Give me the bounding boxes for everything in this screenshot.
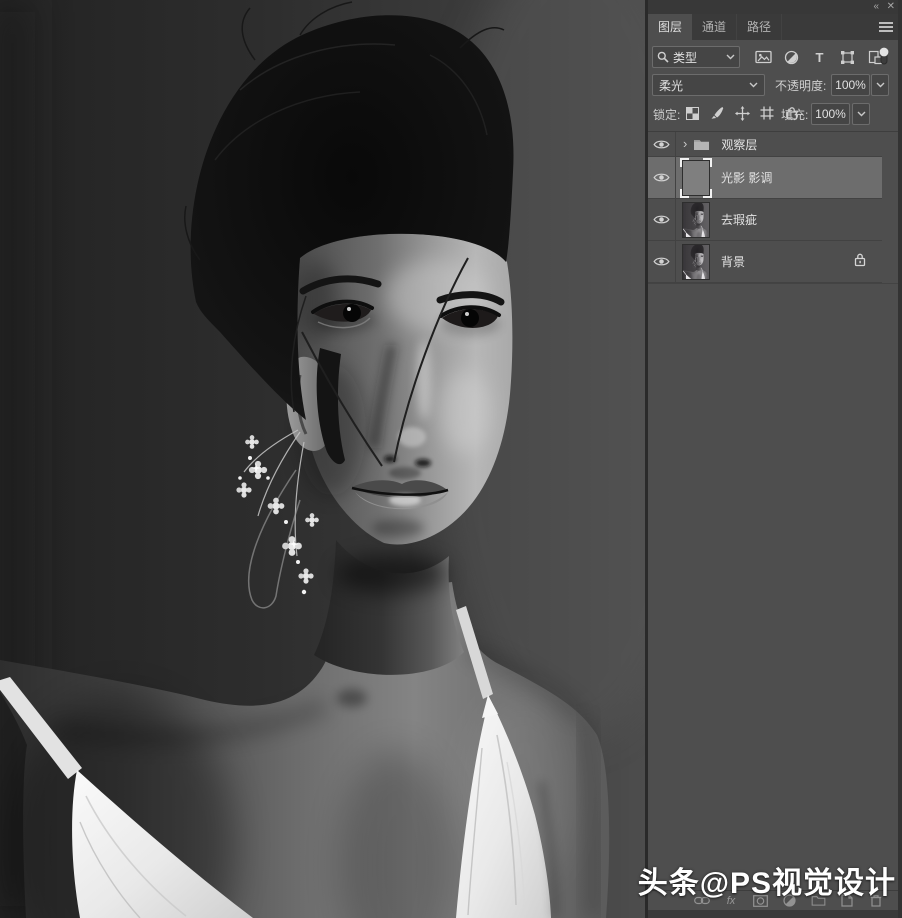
filter-kind-label: 类型: [673, 50, 698, 65]
panel-tabs: 图层 通道 路径: [648, 14, 902, 40]
panel-titlebar: « ✕: [648, 0, 902, 14]
lock-image-pixels-icon[interactable]: [709, 105, 725, 121]
visibility-toggle[interactable]: [648, 132, 676, 156]
layer-row[interactable]: 去瑕疵: [648, 199, 882, 241]
blend-mode-select[interactable]: 柔光: [652, 74, 765, 96]
eye-icon: [653, 173, 670, 182]
eye-icon: [653, 140, 670, 148]
chevron-down-icon: [749, 82, 758, 88]
filter-shape-layers-icon[interactable]: [838, 48, 857, 66]
filter-type-icons: T: [754, 48, 885, 66]
chevron-down-icon: [876, 82, 884, 88]
lock-label: 锁定:: [653, 108, 681, 122]
tab-paths[interactable]: 路径: [737, 14, 783, 40]
panel-bottom-edge: [648, 910, 902, 918]
fill-value-box[interactable]: 100%: [811, 103, 850, 125]
folder-icon: [694, 139, 710, 150]
layer-name: 光影 影调: [721, 171, 773, 185]
chevron-down-icon: [857, 111, 865, 117]
type-letter: T: [815, 49, 824, 65]
lock-transparent-pixels-icon[interactable]: [684, 105, 700, 121]
filter-on-off-toggle[interactable]: [879, 47, 889, 66]
lock-artboard-icon[interactable]: [759, 105, 775, 121]
filter-adjustment-layers-icon[interactable]: [782, 48, 801, 66]
filter-type-layers-icon[interactable]: T: [810, 48, 829, 66]
chevron-down-icon: [726, 54, 735, 60]
eye-icon: [653, 215, 670, 224]
filter-row: 类型 T: [648, 46, 902, 68]
document-canvas[interactable]: [0, 0, 645, 918]
layer-thumbnail-photo[interactable]: [682, 243, 710, 280]
background-lock-icon: [854, 252, 866, 271]
layer-name: 背景: [721, 255, 746, 269]
watermark: 头条@PS视觉设计: [637, 867, 896, 900]
layer-thumbnail-photo[interactable]: [682, 201, 710, 238]
panel-menu-icon[interactable]: [879, 22, 893, 32]
visibility-toggle[interactable]: [648, 157, 676, 198]
photoshop-window: « ✕ 图层 通道 路径 类型 T 柔光 不透明度: 100% 锁定: 填充: …: [0, 0, 902, 918]
layer-name: 观察层: [721, 137, 758, 152]
opacity-value-box[interactable]: 100%: [831, 74, 870, 96]
panel-header: 类型 T 柔光 不透明度: 100% 锁定: 填充: 100%: [648, 46, 902, 125]
lock-position-icon[interactable]: [734, 105, 750, 121]
layer-name: 去瑕疵: [721, 213, 758, 227]
opacity-dropdown-button[interactable]: [871, 74, 889, 96]
layers-list: › 观察层 光影 影调 去瑕疵 背景: [648, 132, 902, 284]
layer-row-selected[interactable]: 光影 影调: [648, 157, 882, 199]
thumbnail-tint: [683, 202, 709, 237]
blend-row: 柔光 不透明度: 100%: [648, 74, 902, 96]
thumbnail-tint: [683, 244, 709, 279]
visibility-toggle[interactable]: [648, 199, 676, 240]
layer-row-group[interactable]: › 观察层: [648, 132, 882, 157]
eye-icon: [653, 257, 670, 266]
opacity-value: 100%: [835, 78, 866, 92]
panel-right-edge: [898, 0, 902, 918]
group-expander-icon[interactable]: ›: [683, 136, 687, 151]
blend-mode-value: 柔光: [659, 78, 684, 93]
lock-row: 锁定: 填充: 100%: [648, 103, 902, 125]
collapse-panels-icon[interactable]: «: [873, 1, 878, 13]
layers-panel: « ✕ 图层 通道 路径 类型 T 柔光 不透明度: 100% 锁定: 填充: …: [648, 0, 902, 918]
fill-dropdown-button[interactable]: [852, 103, 870, 125]
layer-row-background[interactable]: 背景: [648, 241, 882, 283]
selection-brackets: [680, 157, 712, 198]
filter-pixel-layers-icon[interactable]: [754, 48, 773, 66]
tab-layers[interactable]: 图层: [648, 14, 693, 40]
portrait-photo: [0, 0, 645, 918]
visibility-toggle[interactable]: [648, 241, 676, 282]
fill-value: 100%: [815, 107, 846, 121]
opacity-label: 不透明度:: [775, 79, 827, 93]
filter-kind-select[interactable]: 类型: [652, 46, 740, 68]
tab-channels[interactable]: 通道: [692, 14, 738, 40]
fill-label: 填充:: [781, 108, 809, 122]
layer-thumbnail-gray[interactable]: [680, 157, 712, 198]
close-panel-icon[interactable]: ✕: [887, 1, 895, 13]
search-icon: [657, 51, 669, 63]
